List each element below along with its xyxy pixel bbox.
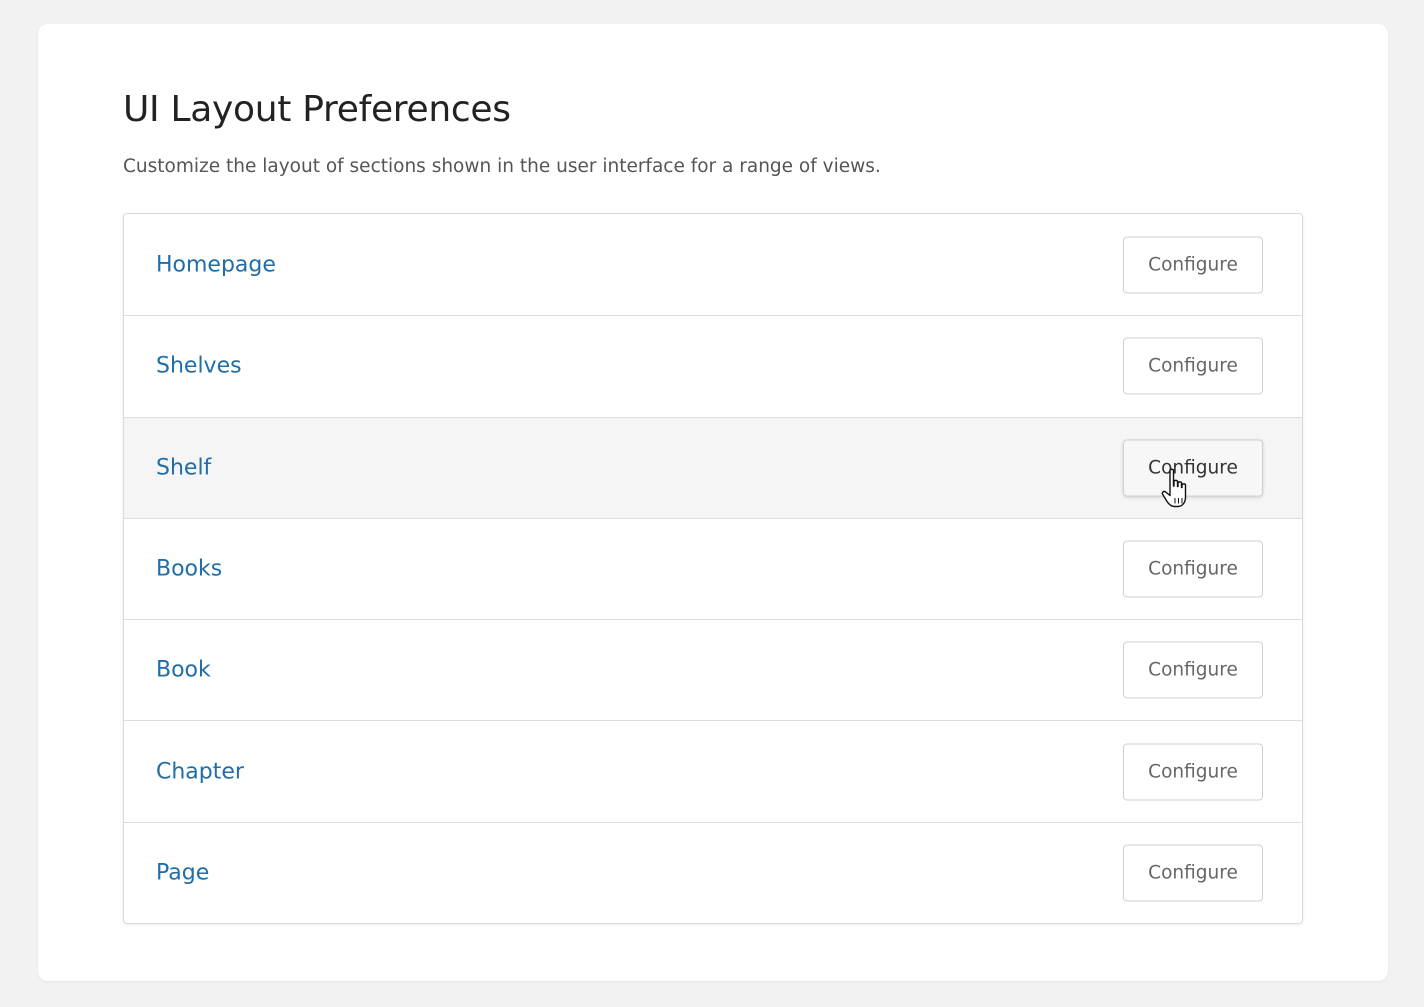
configure-button-shelves[interactable]: Configure [1123, 337, 1263, 395]
configure-button-shelf[interactable]: Configure [1123, 439, 1263, 497]
configure-button-homepage[interactable]: Configure [1123, 236, 1263, 294]
list-item-page: Page Configure [124, 821, 1302, 924]
configure-button-book[interactable]: Configure [1123, 641, 1263, 699]
view-link-page[interactable]: Page [156, 860, 209, 885]
list-item-shelf: Shelf Configure [124, 416, 1302, 518]
configure-button-page[interactable]: Configure [1123, 844, 1263, 902]
list-item-homepage: Homepage Configure [124, 214, 1302, 316]
view-link-shelf[interactable]: Shelf [156, 455, 211, 480]
list-item-book: Book Configure [124, 619, 1302, 721]
preferences-card: UI Layout Preferences Customize the layo… [38, 24, 1388, 981]
view-link-book[interactable]: Book [156, 658, 211, 683]
page-description: Customize the layout of sections shown i… [123, 156, 881, 177]
list-item-books: Books Configure [124, 517, 1302, 620]
configure-button-books[interactable]: Configure [1123, 540, 1263, 598]
view-link-shelves[interactable]: Shelves [156, 354, 242, 379]
list-item-chapter: Chapter Configure [124, 720, 1302, 822]
page-title: UI Layout Preferences [123, 89, 511, 130]
view-link-homepage[interactable]: Homepage [156, 252, 276, 277]
view-link-books[interactable]: Books [156, 557, 222, 582]
view-list: Homepage Configure Shelves Configure She… [123, 213, 1303, 925]
view-link-chapter[interactable]: Chapter [156, 759, 244, 784]
configure-button-chapter[interactable]: Configure [1123, 743, 1263, 801]
list-item-shelves: Shelves Configure [124, 315, 1302, 417]
